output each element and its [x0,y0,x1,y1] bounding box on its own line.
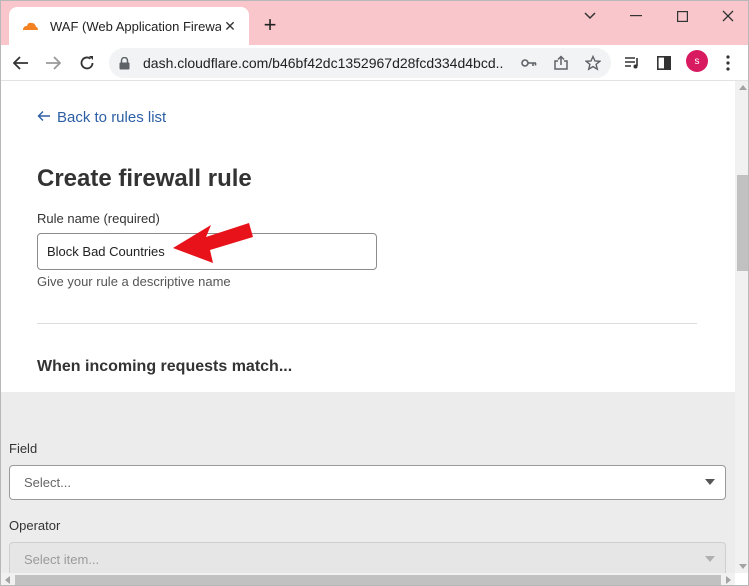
rule-name-label: Rule name (required) [37,211,160,226]
match-section-heading: When incoming requests match... [37,358,293,375]
browser-window: WAF (Web Application Firewall) | ✕ + das… [0,0,749,586]
share-icon[interactable] [551,53,571,73]
operator-label: Operator [9,518,61,533]
close-icon[interactable] [705,1,748,31]
scroll-up-icon[interactable] [739,85,747,90]
operator-select-value: Select item... [24,552,100,567]
page-content: Back to rules list Create firewall rule … [1,81,735,573]
lock-icon[interactable] [119,56,133,70]
scroll-left-icon[interactable] [5,576,10,584]
url-text: dash.cloudflare.com/b46bf42dc1352967d28f… [143,55,503,71]
reload-icon[interactable] [73,49,101,77]
field-select[interactable]: Select... [9,465,726,500]
horizontal-scroll-thumb[interactable] [15,575,721,585]
caret-down-icon [705,556,715,562]
key-icon[interactable] [519,53,539,73]
horizontal-scrollbar[interactable] [1,573,735,585]
tab-close-icon[interactable]: ✕ [221,17,239,35]
forward-arrow-icon[interactable] [39,49,67,77]
minimize-icon[interactable] [613,1,659,31]
tab-strip: WAF (Web Application Firewall) | ✕ + [1,1,748,45]
side-panel-icon[interactable] [654,53,674,73]
browser-toolbar: dash.cloudflare.com/b46bf42dc1352967d28f… [1,45,748,81]
caret-down-icon [705,479,715,485]
page-title: Create firewall rule [37,165,252,192]
field-select-value: Select... [24,475,71,490]
more-menu-icon[interactable] [718,53,738,73]
chevron-down-icon[interactable] [567,1,613,31]
bookmark-star-icon[interactable] [583,53,603,73]
profile-avatar[interactable]: s [686,50,708,72]
new-tab-button[interactable]: + [259,14,281,36]
browser-tab[interactable]: WAF (Web Application Firewall) | ✕ [9,7,249,45]
tab-title: WAF (Web Application Firewall) | [50,18,221,34]
operator-select[interactable]: Select item... [9,542,726,573]
rule-form-card: Back to rules list Create firewall rule … [1,81,735,392]
rule-name-input[interactable]: Block Bad Countries [37,233,377,270]
address-bar[interactable]: dash.cloudflare.com/b46bf42dc1352967d28f… [109,48,611,78]
maximize-icon[interactable] [659,1,705,31]
back-link-text: Back to rules list [57,109,167,126]
back-arrow-icon[interactable] [7,49,35,77]
rule-name-helper: Give your rule a descriptive name [37,274,231,289]
back-to-rules-link[interactable]: Back to rules list [37,109,166,126]
field-label: Field [9,441,38,456]
cloudflare-logo-icon [21,19,41,33]
vertical-scroll-thumb[interactable] [737,175,748,271]
section-divider [37,323,697,324]
arrow-left-icon [37,109,51,126]
media-queue-icon[interactable] [622,53,642,73]
scroll-down-icon[interactable] [739,564,747,569]
scroll-right-icon[interactable] [726,576,731,584]
vertical-scrollbar[interactable] [735,81,748,573]
